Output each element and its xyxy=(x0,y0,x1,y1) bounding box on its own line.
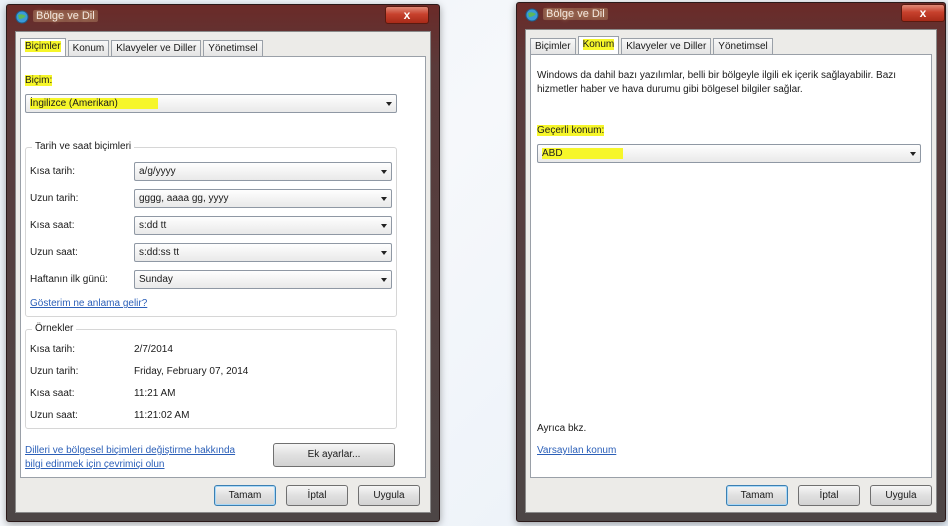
notation-help-link[interactable]: Gösterim ne anlama gelir? xyxy=(30,298,147,309)
ok-button[interactable]: Tamam xyxy=(726,485,788,506)
online-help-link-line2[interactable]: bilgi edinmek için çevrimiçi olun xyxy=(25,459,165,470)
left-dialog-window: Bölge ve Dil x Biçimler Konum Klavyeler … xyxy=(6,4,440,522)
short-date-combobox[interactable]: a/g/yyyy xyxy=(134,162,392,181)
left-tab-formats-label: Biçimler xyxy=(25,41,61,52)
current-location-value: ABD xyxy=(542,148,623,159)
left-tab-formats[interactable]: Biçimler xyxy=(20,38,66,56)
right-tab-keyboards[interactable]: Klavyeler ve Diller xyxy=(621,38,712,54)
left-tab-location[interactable]: Konum xyxy=(67,40,110,56)
left-tab-administrative[interactable]: Yönetimsel xyxy=(203,40,263,56)
example-short-date-value: 2/7/2014 xyxy=(134,344,173,355)
left-window-title: Bölge ve Dil xyxy=(33,10,98,22)
cancel-button[interactable]: İptal xyxy=(798,485,860,506)
right-window-title: Bölge ve Dil xyxy=(543,8,608,20)
current-location-combobox[interactable]: ABD xyxy=(537,144,921,163)
see-also-label: Ayrıca bkz. xyxy=(537,423,587,434)
chevron-down-icon xyxy=(381,278,387,282)
left-title-bar[interactable]: Bölge ve Dil x xyxy=(7,5,439,29)
chevron-down-icon xyxy=(381,224,387,228)
location-description-line2: hizmetler haber ve hava durumu gibi bölg… xyxy=(537,84,803,95)
chevron-down-icon xyxy=(381,170,387,174)
left-formats-panel: Biçim: İngilizce (Amerikan) Tarih ve saa… xyxy=(20,56,426,478)
examples-title: Örnekler xyxy=(32,323,77,334)
short-date-value: a/g/yyyy xyxy=(139,166,176,177)
short-time-label: Kısa saat: xyxy=(30,220,75,231)
chevron-down-icon xyxy=(386,102,392,106)
right-location-panel: Windows da dahil bazı yazılımlar, belli … xyxy=(530,54,932,478)
right-tab-location[interactable]: Konum xyxy=(577,36,620,54)
default-location-link[interactable]: Varsayılan konum xyxy=(537,445,616,456)
current-location-label: Geçerli konum: xyxy=(537,125,605,136)
long-date-value: gggg, aaaa gg, yyyy xyxy=(139,193,229,204)
example-long-time-label: Uzun saat: xyxy=(30,410,78,421)
examples-group: Örnekler Kısa tarih: 2/7/2014 Uzun tarih… xyxy=(25,323,397,429)
apply-button[interactable]: Uygula xyxy=(870,485,932,506)
long-time-label: Uzun saat: xyxy=(30,247,78,258)
long-time-combobox[interactable]: s:dd:ss tt xyxy=(134,243,392,262)
long-time-value: s:dd:ss tt xyxy=(139,247,180,258)
right-tab-administrative[interactable]: Yönetimsel xyxy=(713,38,773,54)
globe-icon xyxy=(15,10,29,24)
format-label: Biçim: xyxy=(25,75,53,86)
example-short-date-label: Kısa tarih: xyxy=(30,344,76,355)
right-title-bar[interactable]: Bölge ve Dil x xyxy=(517,3,945,27)
short-time-value: s:dd tt xyxy=(139,220,167,231)
right-tab-location-label: Konum xyxy=(582,39,615,50)
chevron-down-icon xyxy=(381,197,387,201)
example-long-date-label: Uzun tarih: xyxy=(30,366,79,377)
first-day-combobox[interactable]: Sunday xyxy=(134,270,392,289)
right-dialog-window: Bölge ve Dil x Biçimler Konum Klavyeler … xyxy=(516,2,946,522)
example-short-time-label: Kısa saat: xyxy=(30,388,75,399)
short-time-combobox[interactable]: s:dd tt xyxy=(134,216,392,235)
date-time-formats-group: Tarih ve saat biçimleri Kısa tarih: a/g/… xyxy=(25,141,397,317)
right-tab-strip: Biçimler Konum Klavyeler ve Diller Yönet… xyxy=(530,36,775,54)
format-value: İngilizce (Amerikan) xyxy=(30,98,158,109)
right-tab-formats[interactable]: Biçimler xyxy=(530,38,576,54)
long-date-label: Uzun tarih: xyxy=(30,193,79,204)
right-client-area: Biçimler Konum Klavyeler ve Diller Yönet… xyxy=(525,29,937,513)
location-description-line1: Windows da dahil bazı yazılımlar, belli … xyxy=(537,70,897,81)
cancel-button[interactable]: İptal xyxy=(286,485,348,506)
first-day-label: Haftanın ilk günü: xyxy=(30,274,108,285)
online-help-link-line1[interactable]: Dilleri ve bölgesel biçimleri değiştirme… xyxy=(25,445,235,456)
example-long-date-value: Friday, February 07, 2014 xyxy=(134,366,249,377)
ok-button[interactable]: Tamam xyxy=(214,485,276,506)
example-long-time-value: 11:21:02 AM xyxy=(134,410,190,421)
left-tab-keyboards[interactable]: Klavyeler ve Diller xyxy=(111,40,202,56)
globe-icon xyxy=(525,8,539,22)
long-date-combobox[interactable]: gggg, aaaa gg, yyyy xyxy=(134,189,392,208)
apply-button[interactable]: Uygula xyxy=(358,485,420,506)
format-combobox[interactable]: İngilizce (Amerikan) xyxy=(25,94,397,113)
right-close-button[interactable]: x xyxy=(901,4,945,22)
left-close-button[interactable]: x xyxy=(385,6,429,24)
extra-settings-button[interactable]: Ek ayarlar... xyxy=(273,443,395,467)
date-time-formats-title: Tarih ve saat biçimleri xyxy=(32,141,135,152)
left-client-area: Biçimler Konum Klavyeler ve Diller Yönet… xyxy=(15,31,431,513)
left-tab-strip: Biçimler Konum Klavyeler ve Diller Yönet… xyxy=(20,38,265,56)
first-day-value: Sunday xyxy=(139,274,173,285)
short-date-label: Kısa tarih: xyxy=(30,166,76,177)
chevron-down-icon xyxy=(910,152,916,156)
example-short-time-value: 11:21 AM xyxy=(134,388,176,399)
chevron-down-icon xyxy=(381,251,387,255)
